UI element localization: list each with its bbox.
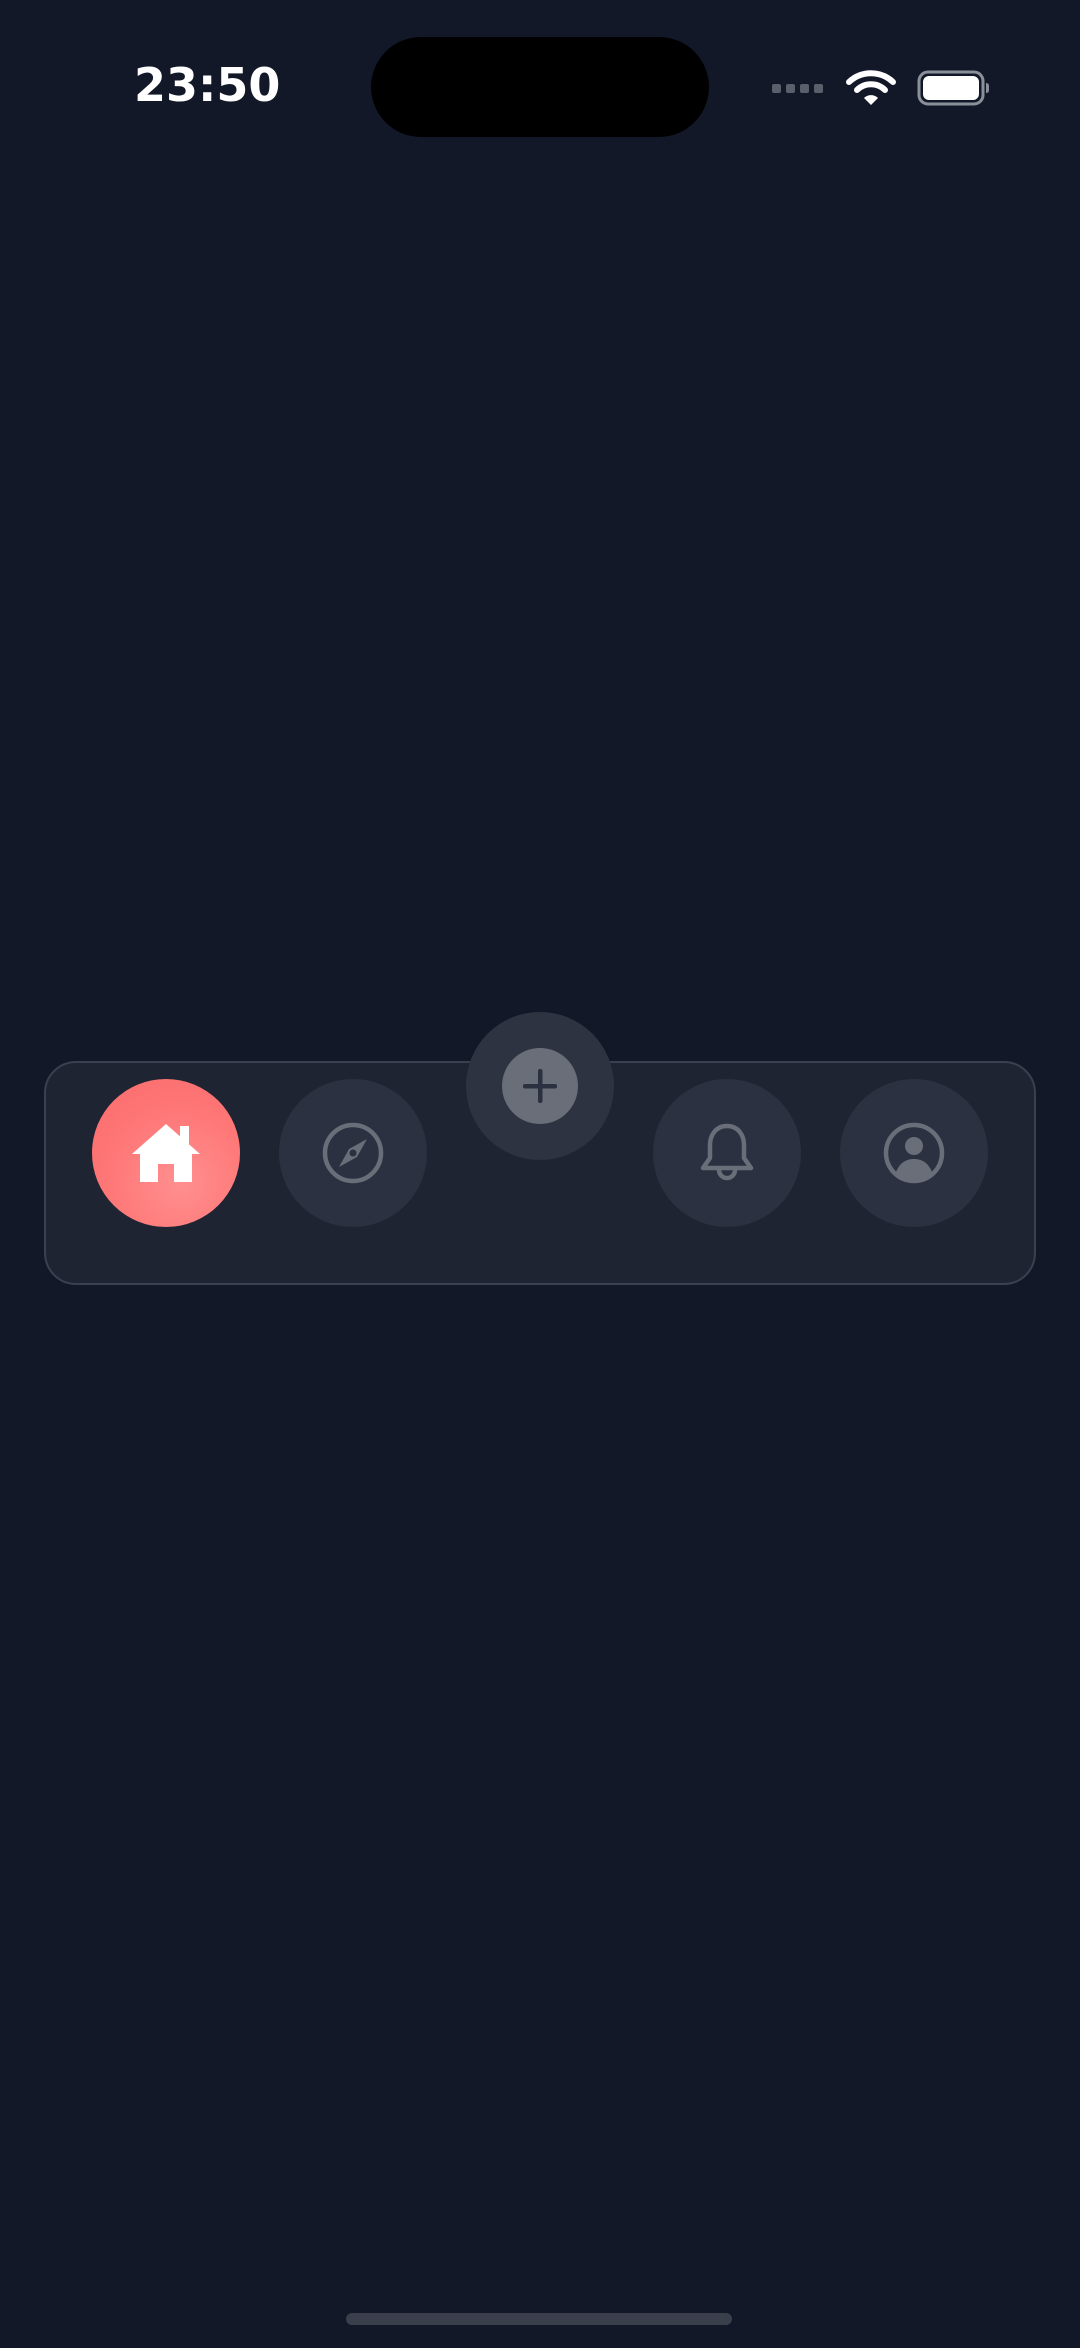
home-icon xyxy=(132,1124,200,1182)
user-circle-icon xyxy=(883,1122,945,1184)
compass-icon xyxy=(322,1122,384,1184)
dynamic-island xyxy=(371,37,709,137)
tab-explore[interactable] xyxy=(279,1079,427,1227)
bell-icon xyxy=(700,1123,754,1181)
cellular-signal-icon xyxy=(772,83,823,93)
app-screen: 23:50 xyxy=(0,0,1080,2348)
battery-icon xyxy=(917,70,989,106)
status-time: 23:50 xyxy=(134,58,281,112)
home-indicator[interactable] xyxy=(346,2313,732,2325)
tab-profile[interactable] xyxy=(840,1079,988,1227)
tab-notifications[interactable] xyxy=(653,1079,801,1227)
center-action-container xyxy=(466,1012,614,1160)
add-button[interactable] xyxy=(502,1048,578,1124)
tab-home[interactable] xyxy=(92,1079,240,1227)
wifi-icon xyxy=(846,70,896,105)
status-icons xyxy=(772,66,991,110)
plus-icon xyxy=(523,1069,557,1103)
